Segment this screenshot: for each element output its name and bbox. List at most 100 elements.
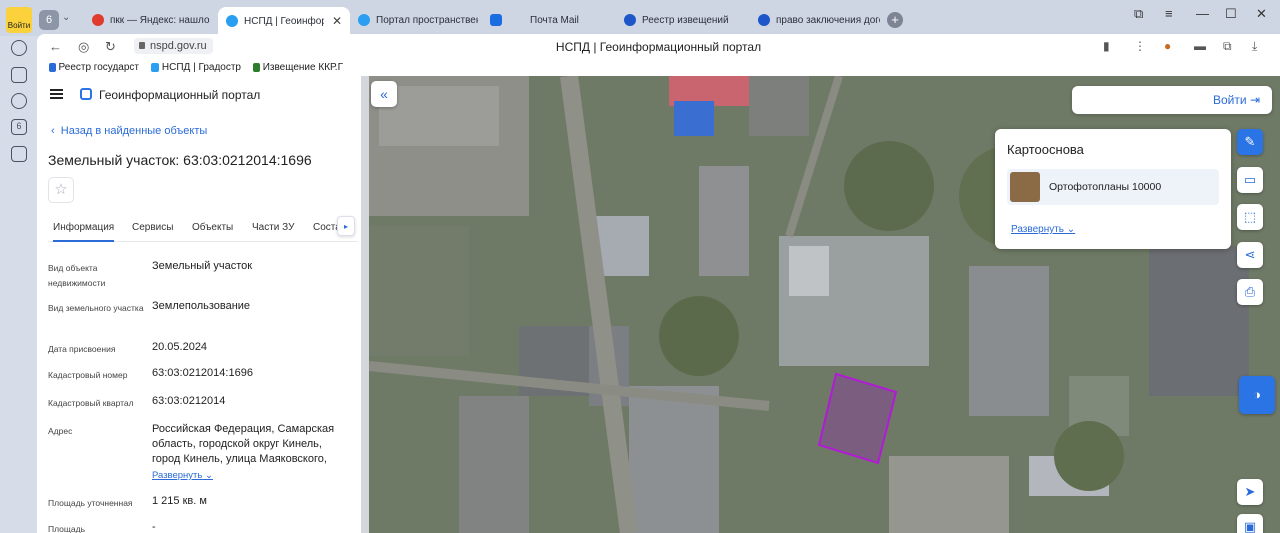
bookmark-item[interactable]: Извещение ККР.Г [253, 62, 343, 73]
tab-label: Портал пространственн [376, 14, 478, 26]
portal-logo [80, 88, 92, 100]
tab-mail[interactable]: Почта Mail [490, 8, 600, 32]
field-value: Российская Федерация, Самарская область,… [152, 423, 335, 465]
field-label: Площадь [48, 524, 86, 533]
bookmark-icon[interactable]: ▮ [1103, 39, 1110, 53]
screenshot-icon[interactable] [11, 146, 27, 162]
extension-icon[interactable]: ● [1164, 39, 1171, 53]
yandex-login-badge[interactable]: Войти [6, 7, 32, 33]
minimize-icon[interactable]: — [1196, 6, 1209, 21]
field-row: Адрес Российская Федерация, Самарская об… [48, 422, 348, 482]
back-to-results-link[interactable]: ‹ Назад в найденные объекты [51, 125, 207, 137]
sidebar-badge[interactable]: 6 [11, 119, 27, 135]
field-label: Адрес [48, 426, 73, 436]
mail-icon [490, 14, 502, 26]
tab-label: пкк — Яндекс: нашлось 16 [110, 14, 210, 26]
map-view[interactable]: « Войти ⇥ Картооснова Ортофотопланы 1000… [369, 76, 1280, 533]
history-icon[interactable] [11, 40, 27, 56]
app-title: Геоинформационный портал [99, 88, 261, 102]
favorite-star-button[interactable]: ☆ [48, 177, 74, 203]
field-label: Вид объекта недвижимости [48, 263, 106, 288]
bookmark-icon [253, 62, 260, 72]
field-value: Земельный участок [152, 260, 253, 272]
menu-icon[interactable] [50, 89, 63, 99]
info-tabs: Информация Сервисы Объекты Части ЗУ Сост… [48, 216, 358, 242]
download-icon[interactable]: ⤓ [1252, 39, 1257, 54]
close-icon[interactable]: ✕ [332, 14, 342, 28]
menu-icon[interactable]: ≡ [1165, 6, 1173, 21]
field-label: Площадь уточненная [48, 498, 133, 508]
tab-label: Реестр извещений [642, 14, 729, 26]
field-value: 63:03:0212014:1696 [152, 367, 253, 379]
tab-services[interactable]: Сервисы [132, 222, 173, 233]
browser-window: Войти 6 ⌄ пкк — Яндекс: нашлось 16 НСПД … [0, 0, 1280, 533]
tab-information[interactable]: Информация [53, 222, 115, 242]
bookmark-icon [49, 62, 56, 72]
basemap-popover: Картооснова Ортофотопланы 10000 Разверну… [995, 129, 1231, 249]
collections-icon[interactable]: ⧉ [1134, 6, 1143, 22]
page-title: НСПД | Геоинформационный портал [555, 40, 762, 54]
tab-label: НСПД | Геоинформаци [244, 15, 324, 27]
locate-icon[interactable]: ➤ [1237, 479, 1263, 505]
share-icon[interactable]: ⋖ [1237, 242, 1263, 268]
print-icon[interactable]: ⎙ [1237, 279, 1263, 305]
portal-icon [358, 14, 370, 26]
field-value: - [152, 521, 156, 533]
tab-count-badge[interactable]: 6 [39, 10, 59, 30]
field-value: Землепользование [152, 300, 251, 312]
orthophoto-thumbnail [1010, 172, 1040, 202]
tab-objects[interactable]: Объекты [192, 222, 233, 233]
basemap-expand-link[interactable]: Развернуть ⌄ [1011, 224, 1075, 235]
address-expand-link[interactable]: Развернуть ⌄ [152, 470, 213, 481]
tab-nspd-active[interactable]: НСПД | Геоинформаци ✕ [218, 7, 350, 35]
browser-content: ← ◎ ↻ nspd.gov.ru НСПД | Геоинформационн… [37, 34, 1280, 533]
field-label: Кадастровый номер [48, 370, 128, 380]
ruler-tool-button[interactable]: ▭ [1237, 167, 1263, 193]
field-label: Кадастровый квартал [48, 398, 134, 408]
field-value: 63:03:0212014 [152, 395, 226, 407]
chevron-left-icon: ‹ [51, 125, 61, 137]
field-label: Вид земельного участка [48, 303, 144, 313]
maximize-icon[interactable]: ☐ [1225, 6, 1237, 22]
tab-parts[interactable]: Части ЗУ [252, 222, 294, 233]
info-panel: Геоинформационный портал ‹ Назад в найде… [37, 76, 361, 533]
field-label: Дата присвоения [48, 344, 116, 354]
new-tab-button[interactable]: + [887, 12, 903, 28]
tab-label: право заключения догово [776, 14, 880, 26]
field-value: 20.05.2024 [152, 341, 208, 353]
tab-registry[interactable]: Реестр извещений [624, 8, 744, 32]
yandex-icon [92, 14, 104, 26]
collapse-panel-button[interactable]: « [371, 81, 397, 107]
tab-contract[interactable]: право заключения догово [758, 8, 880, 32]
assistant-chat-button[interactable]: ◑ [1239, 376, 1275, 414]
basemap-title: Картооснова [1007, 142, 1084, 157]
login-button[interactable]: Войти ⇥ [1072, 86, 1272, 114]
nspd-icon [226, 15, 238, 27]
tab-yandex-search[interactable]: пкк — Яндекс: нашлось 16 [92, 8, 210, 32]
layers-tool-button[interactable]: ✎ [1237, 129, 1263, 155]
address-bar: ← ◎ ↻ nspd.gov.ru НСПД | Геоинформационн… [37, 34, 1280, 58]
object-title: Земельный участок: 63:03:0212014:1696 [48, 152, 312, 168]
video-icon[interactable] [11, 93, 27, 109]
more-icon[interactable]: ⋮ [1134, 39, 1146, 53]
contract-icon [758, 14, 770, 26]
reader-icon[interactable]: ▬ [1194, 39, 1206, 53]
browser-sidebar: 6 [0, 36, 37, 533]
basemap-option-label: Ортофотопланы 10000 [1049, 181, 1162, 193]
collections-sidebar-icon[interactable] [11, 67, 27, 83]
tab-portal[interactable]: Портал пространственн [358, 8, 478, 32]
login-icon: ⇥ [1249, 93, 1260, 107]
panel-scrollbar[interactable] [361, 76, 369, 533]
tabs-next-button[interactable]: ▸ [337, 216, 355, 236]
tab-strip: Войти 6 ⌄ пкк — Яндекс: нашлось 16 НСПД … [0, 0, 1280, 36]
map-tool-button[interactable]: ▣ [1237, 514, 1263, 533]
bookmarks-bar: Реестр государст НСПД | Градостр Извещен… [37, 58, 1280, 76]
close-window-icon[interactable]: ✕ [1256, 6, 1267, 22]
select-area-tool-button[interactable]: ⬚ [1237, 204, 1263, 230]
basemap-option[interactable]: Ортофотопланы 10000 [1007, 169, 1219, 205]
bookmark-item[interactable]: Реестр государст [49, 62, 139, 73]
chevron-down-icon[interactable]: ⌄ [62, 12, 70, 23]
tab-label: Почта Mail [530, 14, 579, 26]
bookmark-item[interactable]: НСПД | Градостр [151, 62, 241, 73]
translate-icon[interactable]: ⧉ [1223, 39, 1232, 54]
